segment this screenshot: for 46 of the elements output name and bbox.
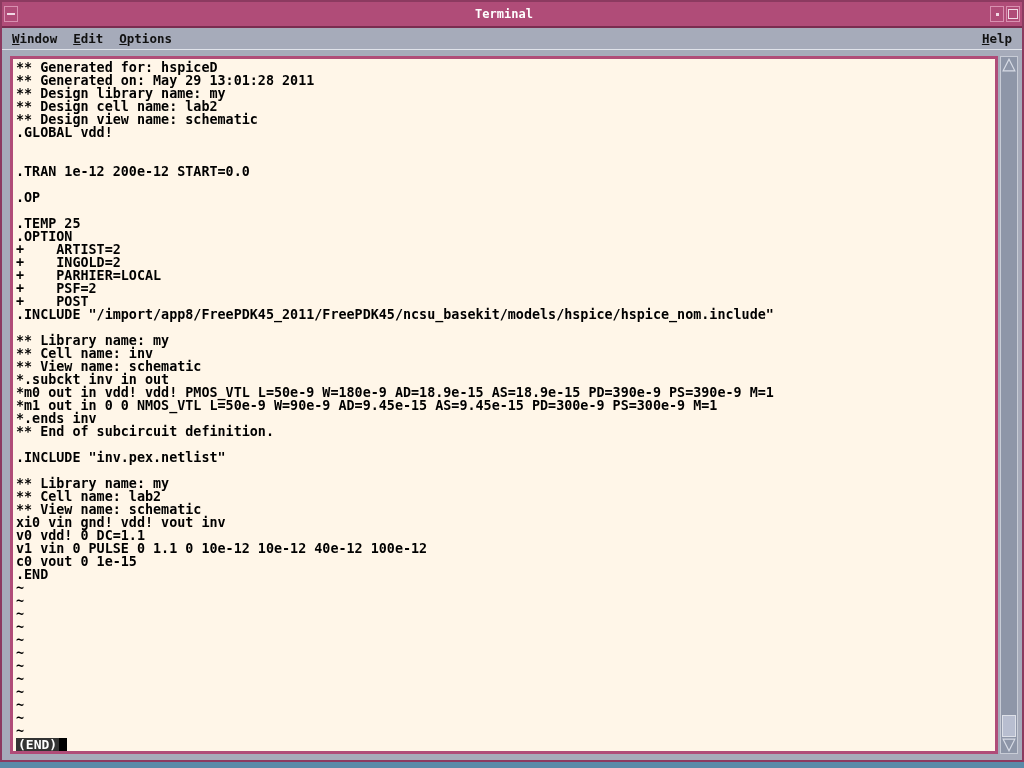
code-line: .INCLUDE "inv.pex.netlist" [16, 450, 226, 465]
empty-line-marker: ~ [16, 684, 25, 699]
scroll-up-arrow-icon[interactable] [1002, 58, 1016, 72]
menu-item[interactable]: Help [979, 31, 1014, 46]
empty-line-marker: ~ [16, 658, 25, 673]
empty-line-marker: ~ [16, 710, 25, 725]
empty-line-marker: ~ [16, 723, 25, 738]
menu-item[interactable]: Window [10, 31, 60, 46]
code-line: .END [16, 567, 49, 582]
code-line: .TEMP 25 [16, 216, 81, 231]
code-line: c0 vout 0 1e-15 [16, 554, 137, 569]
scroll-thumb[interactable] [1002, 715, 1016, 737]
code-line: ** Design view name: schematic [16, 112, 258, 127]
code-line: + POST [16, 294, 89, 309]
text-cursor [59, 737, 68, 751]
window-title: Terminal [474, 7, 534, 21]
menu-item[interactable]: Edit [71, 31, 106, 46]
code-line: .OPTION [16, 229, 73, 244]
code-line: v1 vin 0 PULSE 0 1.1 0 10e-12 10e-12 40e-12 100e-12 [16, 541, 428, 556]
minimize-button[interactable] [990, 6, 1004, 22]
code-line: xi0 vin gnd! vdd! vout inv [16, 515, 226, 530]
code-line: + INGOLD=2 [16, 255, 121, 270]
empty-line-marker: ~ [16, 619, 25, 634]
empty-line-marker: ~ [16, 697, 25, 712]
status-text: (END) [16, 737, 60, 751]
empty-line-marker: ~ [16, 580, 25, 595]
code-line: + PARHIER=LOCAL [16, 268, 162, 283]
code-line: .INCLUDE "/import/app8/FreePDK45_2011/FreePDK45/ncsu_basekit/models/hspice/hspice_nom.include" [16, 307, 774, 322]
code-line: ** Generated for: hspiceD [16, 60, 218, 75]
empty-line-marker: ~ [16, 606, 25, 621]
code-line: ** End of subcircuit definition. [16, 424, 274, 439]
empty-line-marker: ~ [16, 645, 25, 660]
maximize-button[interactable] [1006, 6, 1020, 22]
code-line: .OP [16, 190, 41, 205]
empty-line-marker: ~ [16, 593, 25, 608]
empty-line-marker: ~ [16, 671, 25, 686]
code-line: + ARTIST=2 [16, 242, 121, 257]
empty-line-marker: ~ [16, 632, 25, 647]
code-line: *.ends inv [16, 411, 97, 426]
scroll-down-arrow-icon[interactable] [1002, 738, 1016, 752]
code-line: + PSF=2 [16, 281, 97, 296]
menu-item[interactable]: Options [117, 31, 174, 46]
code-line: ** Library name: my [16, 476, 170, 491]
code-line: .TRAN 1e-12 200e-12 START=0.0 [16, 164, 250, 179]
window-menu-button[interactable] [4, 6, 18, 22]
vertical-scrollbar[interactable] [1000, 56, 1018, 754]
